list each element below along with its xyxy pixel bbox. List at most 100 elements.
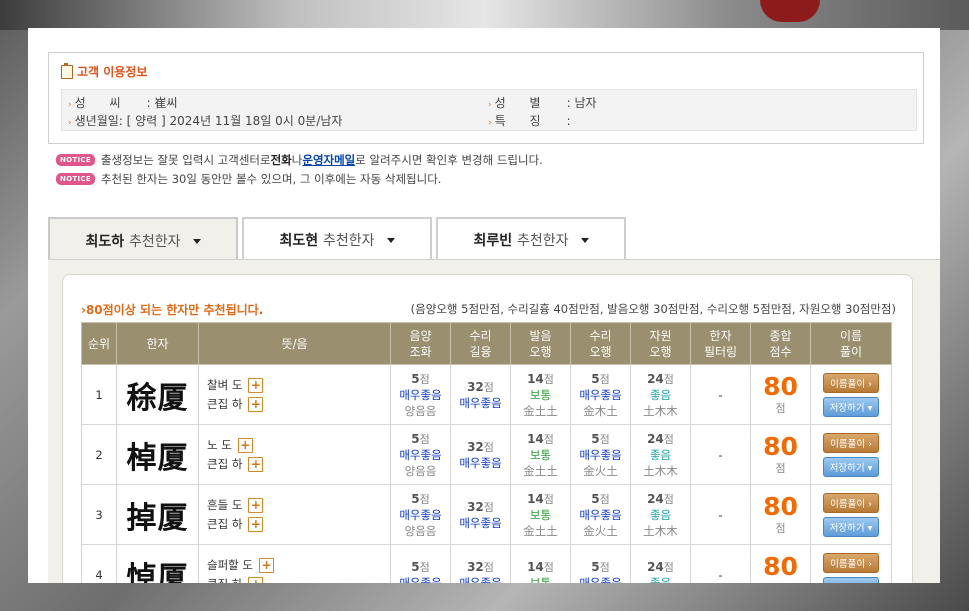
yy-cell: 5점 매우좋음 양음음 (390, 424, 451, 485)
table-row: 4 悼厦 슬퍼할 도+ 큰집 하+ 5점 매우좋음 32점 매우좋음 14점 보… (81, 544, 892, 583)
meaning-cell: 흔들 도 + 큰집 하 + (198, 484, 391, 545)
column-header: 음양 조화 (390, 322, 451, 365)
total-cell: 80 점 (750, 364, 811, 425)
feature-label: 특 징 (494, 114, 551, 128)
table-row: 2 棹厦 노 도 + 큰집 하 + 5점 매우좋음 양음음 32점 매우좋음 14점… (81, 424, 892, 485)
tab-dohah[interactable]: 최도하 추천한자 (48, 217, 238, 263)
so-cell: 5점 매우좋음 金木土 (570, 364, 631, 425)
tab-dohyeon[interactable]: 최도현 추천한자 (242, 217, 432, 261)
plus-icon[interactable]: + (248, 497, 264, 513)
plus-icon[interactable]: + (237, 437, 253, 453)
column-header: 이름 풀이 (810, 322, 892, 365)
filter-cell: - (690, 424, 751, 485)
table-body: 1 稌厦 찰벼 도 + 큰집 하 + 5점 매우좋음 양음음 32점 매우좋음 14… (81, 364, 892, 583)
notice-line-2: NOTICE 추천된 한자는 30일 동안만 볼수 있으며, 그 이후에는 자동… (56, 171, 441, 187)
hanja-text: 掉厦 (126, 500, 189, 536)
jw-cell: 24점 좋음 (630, 544, 691, 583)
plus-icon[interactable]: + (258, 557, 274, 573)
yy-cell: 5점 매우좋음 (390, 544, 451, 583)
feature-value: : (566, 114, 571, 128)
gender-label: 성 별 (494, 96, 551, 110)
hanja-text: 棹厦 (126, 440, 189, 476)
hanja-cell: 棹厦 (116, 424, 199, 485)
meaning-cell: 노 도 + 큰집 하 + (198, 424, 391, 485)
sr-cell: 32점 매우좋음 (450, 364, 511, 425)
arrow-icon: › (488, 118, 492, 128)
jw-cell: 24점 좋음 土木木 (630, 484, 691, 545)
column-header: 수리 길융 (450, 322, 511, 365)
surname-label: 성 씨 (74, 96, 131, 110)
recommend-panel-inner: ›80점이상 되는 한자만 추천됩니다. (음양오행 5점만점, 수리길흉 40… (62, 274, 913, 583)
column-header: 종합 점수 (750, 322, 811, 365)
plus-icon[interactable]: + (248, 456, 264, 472)
surname-row: › 성 씨: 崔씨 (68, 94, 178, 111)
chevron-down-icon (580, 237, 589, 243)
sr-cell: 32점 매우좋음 (450, 544, 511, 583)
name-analysis-button[interactable]: 이름풀이 › (823, 372, 879, 393)
bo-cell: 14점 보통 金土土 (510, 364, 571, 425)
column-header: 순위 (81, 322, 117, 365)
rank-cell: 4 (81, 544, 117, 583)
table-header-row: 순위 한자 뜻/음 음양 조화 수리 길융 발음 오행 수리 오행 자원 오행 한자 필터링 종합… (81, 322, 892, 365)
plus-icon[interactable]: + (248, 576, 264, 583)
save-button[interactable]: 저장하기 ▾ (823, 456, 879, 477)
customer-info-box: 고객 이용정보 › 성 씨: 崔씨 › 성 별: 남자 › 생년월일: [ 양력 ] … (48, 52, 924, 144)
feature-row: › 특 징: (488, 112, 571, 129)
save-button[interactable]: 저장하기 ▾ (823, 396, 879, 417)
total-cell: 80 점 (750, 484, 811, 545)
name-analysis-button[interactable]: 이름풀이 › (823, 492, 879, 513)
sr-cell: 32점 매우좋음 (450, 484, 511, 545)
total-score: 80 (763, 491, 798, 521)
yy-cell: 5점 매우좋음 양음음 (390, 364, 451, 425)
jw-cell: 24점 좋음 土木木 (630, 364, 691, 425)
action-cell: 이름풀이 › 저장하기 ▾ (810, 424, 892, 485)
column-header: 한자 (116, 322, 199, 365)
action-cell: 이름풀이 › 저장하기 ▾ (810, 544, 892, 583)
tab-rubin[interactable]: 최루빈 추천한자 (436, 217, 626, 261)
score-scale-note: (음양오행 5점만점, 수리길흉 40점만점, 발음오행 30점만점, 수리오행… (410, 302, 896, 316)
save-button[interactable]: 저장하기 ▾ (823, 516, 879, 537)
arrow-icon: › (68, 118, 72, 128)
so-cell: 5점 매우좋음 金火土 (570, 484, 631, 545)
hanja-cell: 掉厦 (116, 484, 199, 545)
surname-value: : 崔씨 (146, 96, 178, 110)
column-header: 수리 오행 (570, 322, 631, 365)
bo-cell: 14점 보통 (510, 544, 571, 583)
name-analysis-button[interactable]: 이름풀이 › (823, 432, 879, 453)
meaning-cell: 찰벼 도 + 큰집 하 + (198, 364, 391, 425)
so-cell: 5점 매우좋음 金火土 (570, 424, 631, 485)
action-cell: 이름풀이 › 저장하기 ▾ (810, 364, 892, 425)
birth-row: › 생년월일: [ 양력 ] 2024년 11월 18일 0시 0분/남자 (68, 112, 342, 129)
plus-icon[interactable]: + (248, 396, 264, 412)
table-row: 1 稌厦 찰벼 도 + 큰집 하 + 5점 매우좋음 양음음 32점 매우좋음 14… (81, 364, 892, 425)
total-cell: 80 점 (750, 544, 811, 583)
operator-mail-link[interactable]: 운영자메일 (302, 152, 355, 168)
rank-cell: 2 (81, 424, 117, 485)
action-cell: 이름풀이 › 저장하기 ▾ (810, 484, 892, 545)
rank-cell: 1 (81, 364, 117, 425)
chevron-down-icon (192, 238, 201, 244)
column-header: 자원 오행 (630, 322, 691, 365)
gender-value: : 남자 (566, 96, 597, 110)
notice-badge: NOTICE (56, 173, 95, 185)
hanja-cell: 悼厦 (116, 544, 199, 583)
birth-label: 생년월일 (74, 114, 119, 128)
table-row: 3 掉厦 흔들 도 + 큰집 하 + 5점 매우좋음 양음음 32점 매우좋음 14… (81, 484, 892, 545)
filter-cell: - (690, 364, 751, 425)
plus-icon[interactable]: + (248, 377, 264, 393)
rank-cell: 3 (81, 484, 117, 545)
birth-value: : [ 양력 ] 2024년 11월 18일 0시 0분/남자 (118, 114, 343, 128)
name-analysis-button[interactable]: 이름풀이 › (823, 552, 879, 573)
filter-cell: - (690, 544, 751, 583)
filter-cell: - (690, 484, 751, 545)
column-header: 뜻/음 (198, 322, 391, 365)
clipboard-icon (61, 62, 73, 79)
total-cell: 80 점 (750, 424, 811, 485)
arrow-icon: › (488, 100, 492, 110)
save-button[interactable]: 저장하기 ▾ (823, 576, 879, 583)
total-score: 80 (763, 551, 798, 581)
customer-info-title: 고객 이용정보 (61, 62, 147, 80)
plus-icon[interactable]: + (248, 516, 264, 532)
jw-cell: 24점 좋음 土木木 (630, 424, 691, 485)
total-score: 80 (763, 431, 798, 461)
